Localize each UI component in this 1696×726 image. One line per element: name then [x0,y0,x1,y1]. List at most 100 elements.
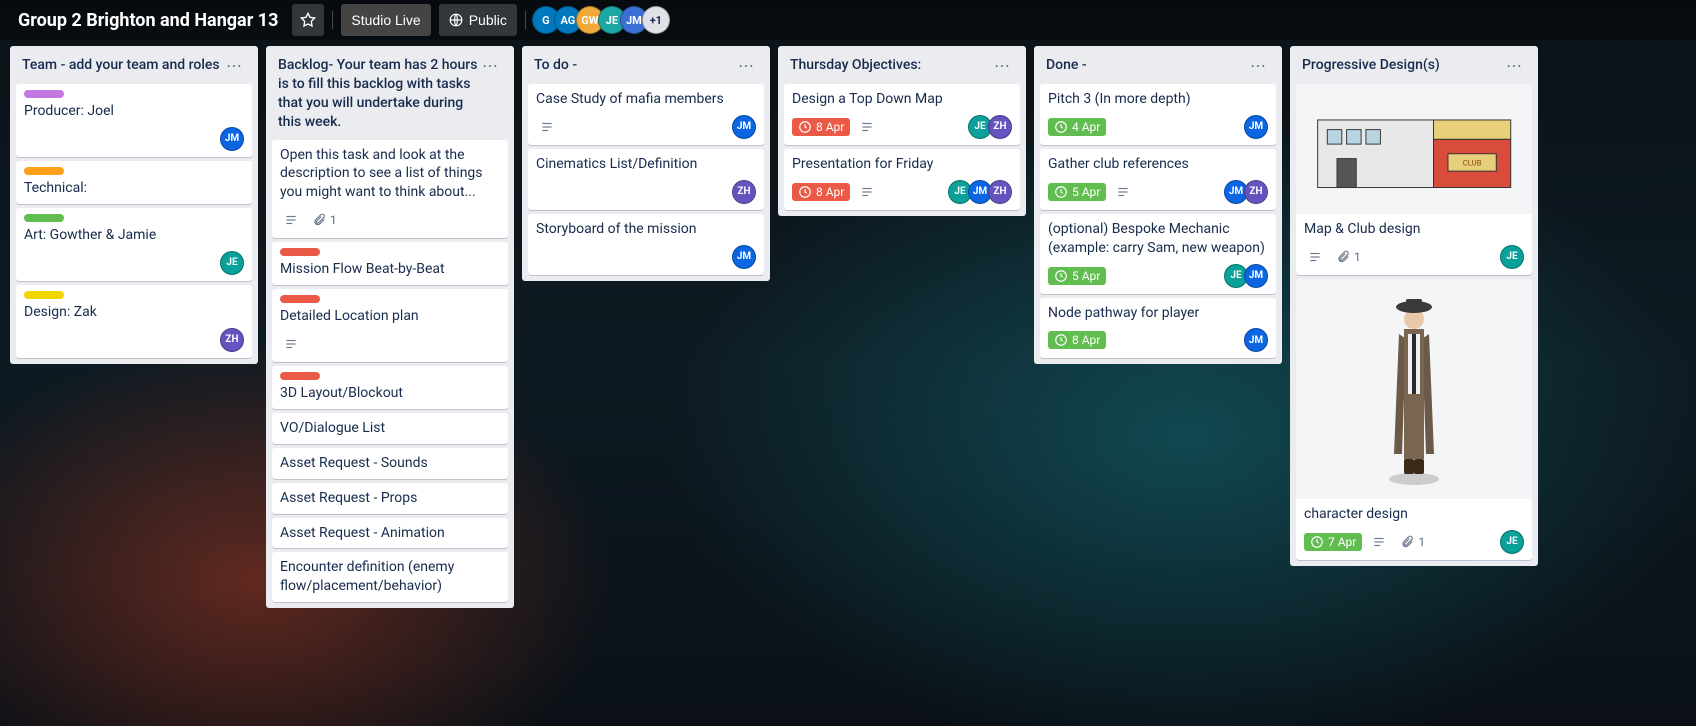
card[interactable]: Gather club references5 AprJMZH [1040,149,1276,210]
member-avatar[interactable]: ZH [988,115,1012,139]
date-badge[interactable]: 8 Apr [1048,331,1106,349]
card-cover: CLUB [1296,84,1532,214]
card-footer [280,332,500,356]
card[interactable]: Design a Top Down Map8 AprJEZH [784,84,1020,145]
card[interactable]: Asset Request - Animation [272,518,508,549]
list-menu-button[interactable]: ⋯ [1502,56,1526,76]
card-footer: JM [24,127,244,151]
date-badge[interactable]: 5 Apr [1048,267,1106,285]
card-title: 3D Layout/Blockout [280,384,500,403]
separator [525,11,526,29]
list-menu-button[interactable]: ⋯ [990,56,1014,76]
team-label: Studio Live [351,12,420,28]
card-labels [24,90,244,98]
card[interactable]: Presentation for Friday8 AprJEJMZH [784,149,1020,210]
card-title: Gather club references [1048,155,1268,174]
list-title[interactable]: Backlog- Your team has 2 hours is to fil… [278,56,478,132]
list-title[interactable]: Progressive Design(s) [1302,56,1440,75]
list-title[interactable]: Thursday Objectives: [790,56,921,75]
card-title: Asset Request - Animation [280,524,500,543]
label-purple[interactable] [24,90,64,98]
list-menu-button[interactable]: ⋯ [478,56,502,76]
label-yellow[interactable] [24,291,64,299]
card[interactable]: Mission Flow Beat-by-Beat [272,242,508,285]
description-icon [1368,533,1390,551]
card[interactable]: Pitch 3 (In more depth)4 AprJM [1040,84,1276,145]
member-avatar[interactable]: ZH [1244,180,1268,204]
list-title[interactable]: Done - [1046,56,1087,75]
card-title: Open this task and look at the descripti… [280,146,500,203]
card-title: Node pathway for player [1048,304,1268,323]
list: Done -⋯Pitch 3 (In more depth)4 AprJMGat… [1034,46,1282,364]
member-avatar[interactable]: JM [1244,115,1268,139]
card[interactable]: Asset Request - Sounds [272,448,508,479]
card[interactable]: (optional) Bespoke Mechanic (example: ca… [1040,214,1276,294]
label-orange[interactable] [24,167,64,175]
svg-text:CLUB: CLUB [1463,158,1482,167]
member-avatar[interactable]: JM [732,115,756,139]
attachment-badge: 1 [308,211,341,229]
date-badge[interactable]: 7 Apr [1304,533,1362,551]
attachment-badge: 1 [1332,248,1365,266]
avatar-overflow[interactable]: +1 [642,6,670,34]
card[interactable]: CLUB Map & Club design 1 JE [1296,84,1532,275]
list-menu-button[interactable]: ⋯ [222,56,246,76]
card[interactable]: Producer: Joel JM [16,84,252,157]
list-title[interactable]: Team - add your team and roles [22,56,220,75]
member-avatar[interactable]: JM [220,127,244,151]
description-icon [1304,248,1326,266]
member-avatar[interactable]: JE [1500,530,1524,554]
star-button[interactable] [292,4,324,36]
card-title: Producer: Joel [24,102,244,121]
member-avatar[interactable]: ZH [220,328,244,352]
member-avatar[interactable]: ZH [732,180,756,204]
card[interactable]: Case Study of mafia members JM [528,84,764,145]
member-avatar[interactable]: JM [732,245,756,269]
date-badge[interactable]: 5 Apr [1048,183,1106,201]
label-red[interactable] [280,295,320,303]
card[interactable]: Detailed Location plan [272,289,508,362]
card[interactable]: Art: Gowther & JamieJE [16,208,252,281]
card-title: Technical: [24,179,244,198]
card[interactable]: 3D Layout/Blockout [272,366,508,409]
date-badge[interactable]: 8 Apr [792,118,850,136]
card-title: Map & Club design [1304,220,1524,239]
member-avatar[interactable]: ZH [988,180,1012,204]
list: Team - add your team and roles⋯ Producer:… [10,46,258,364]
label-red[interactable] [280,372,320,380]
member-avatar[interactable]: JM [1244,264,1268,288]
card[interactable]: Open this task and look at the descripti… [272,140,508,239]
card[interactable]: Encounter definition (enemy flow/placeme… [272,552,508,602]
description-icon [856,183,878,201]
member-avatar[interactable]: JE [220,251,244,275]
board-title[interactable]: Group 2 Brighton and Hangar 13 [12,10,284,31]
card[interactable]: Storyboard of the missionJM [528,214,764,275]
date-badge[interactable]: 8 Apr [792,183,850,201]
card[interactable]: Node pathway for player 8 Apr JM [1040,298,1276,359]
card-footer: JM [536,115,756,139]
card-title: Detailed Location plan [280,307,500,326]
team-button[interactable]: Studio Live [341,4,430,36]
label-red[interactable] [280,248,320,256]
card[interactable]: character design7 Apr1JE [1296,279,1532,560]
card[interactable]: Design: Zak ZH [16,285,252,358]
card-title: Design: Zak [24,303,244,322]
card-footer: 1 [280,208,500,232]
member-avatar[interactable]: JM [1244,328,1268,352]
card[interactable]: Cinematics List/DefinitionZH [528,149,764,210]
visibility-button[interactable]: Public [439,4,517,36]
date-badge[interactable]: 4 Apr [1048,118,1106,136]
member-avatar[interactable]: JE [1500,245,1524,269]
list-title[interactable]: To do - [534,56,577,75]
card-title: Case Study of mafia members [536,90,756,109]
card[interactable]: VO/Dialogue List [272,413,508,444]
label-green[interactable] [24,214,64,222]
list-menu-button[interactable]: ⋯ [1246,56,1270,76]
list: Backlog- Your team has 2 hours is to fil… [266,46,514,608]
card[interactable]: Asset Request - Props [272,483,508,514]
list-menu-button[interactable]: ⋯ [734,56,758,76]
card-labels [24,291,244,299]
card[interactable]: Technical: [16,161,252,204]
card-title: character design [1304,505,1524,524]
card-footer: 8 AprJEJMZH [792,180,1012,204]
